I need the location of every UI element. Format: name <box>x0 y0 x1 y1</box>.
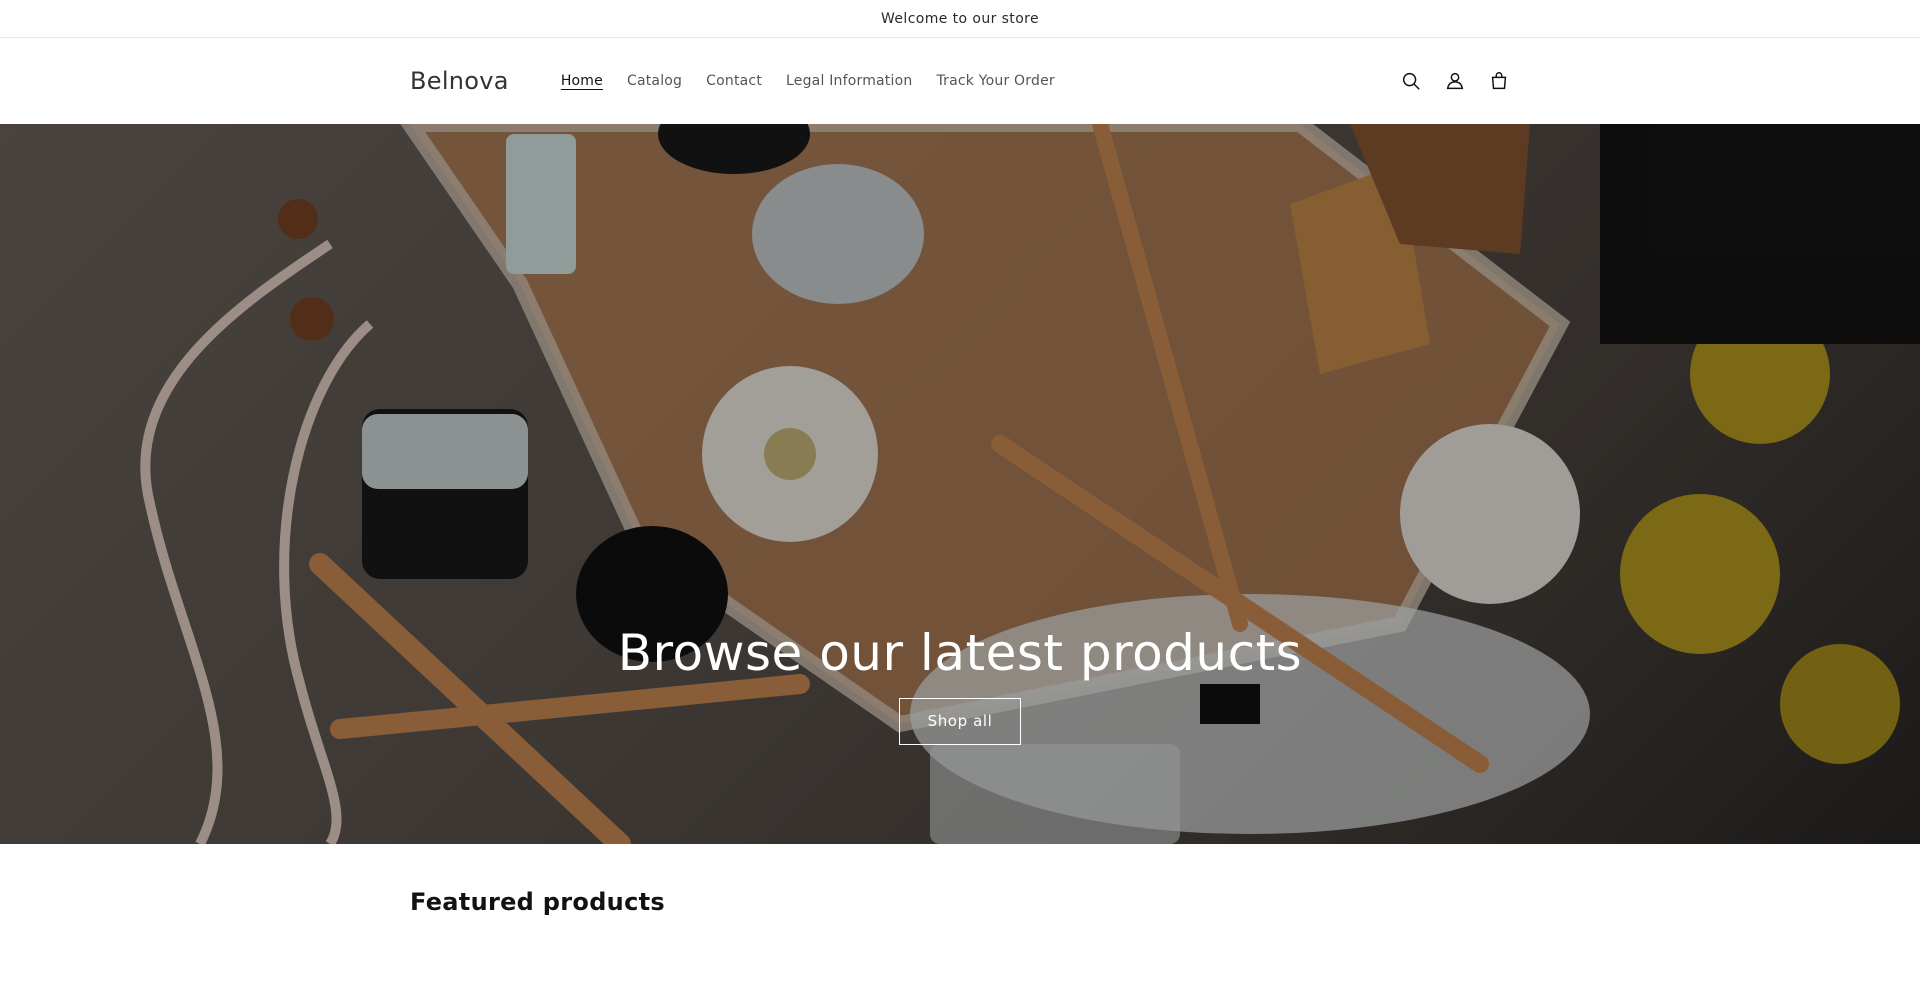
nav-item-home[interactable]: Home <box>549 73 615 89</box>
announcement-bar: Welcome to our store <box>0 0 1920 38</box>
nav-item-track-your-order[interactable]: Track Your Order <box>924 73 1066 89</box>
store-logo[interactable]: Belnova <box>410 67 509 95</box>
header-icons <box>1400 70 1510 92</box>
featured-products-heading: Featured products <box>410 888 665 916</box>
search-icon[interactable] <box>1400 70 1422 92</box>
cart-icon[interactable] <box>1488 70 1510 92</box>
hero-title: Browse our latest products <box>617 624 1303 682</box>
nav-item-contact[interactable]: Contact <box>694 73 774 89</box>
main-nav: Home Catalog Contact Legal Information T… <box>549 73 1067 89</box>
hero-content: Browse our latest products Shop all <box>0 624 1920 745</box>
account-icon[interactable] <box>1444 70 1466 92</box>
hero-banner: Browse our latest products Shop all <box>0 124 1920 844</box>
announcement-text: Welcome to our store <box>880 10 1040 27</box>
nav-item-legal-information[interactable]: Legal Information <box>774 73 924 89</box>
nav-item-catalog[interactable]: Catalog <box>615 73 694 89</box>
shop-all-button[interactable]: Shop all <box>899 698 1021 745</box>
site-header: Belnova Home Catalog Contact Legal Infor… <box>0 38 1920 124</box>
